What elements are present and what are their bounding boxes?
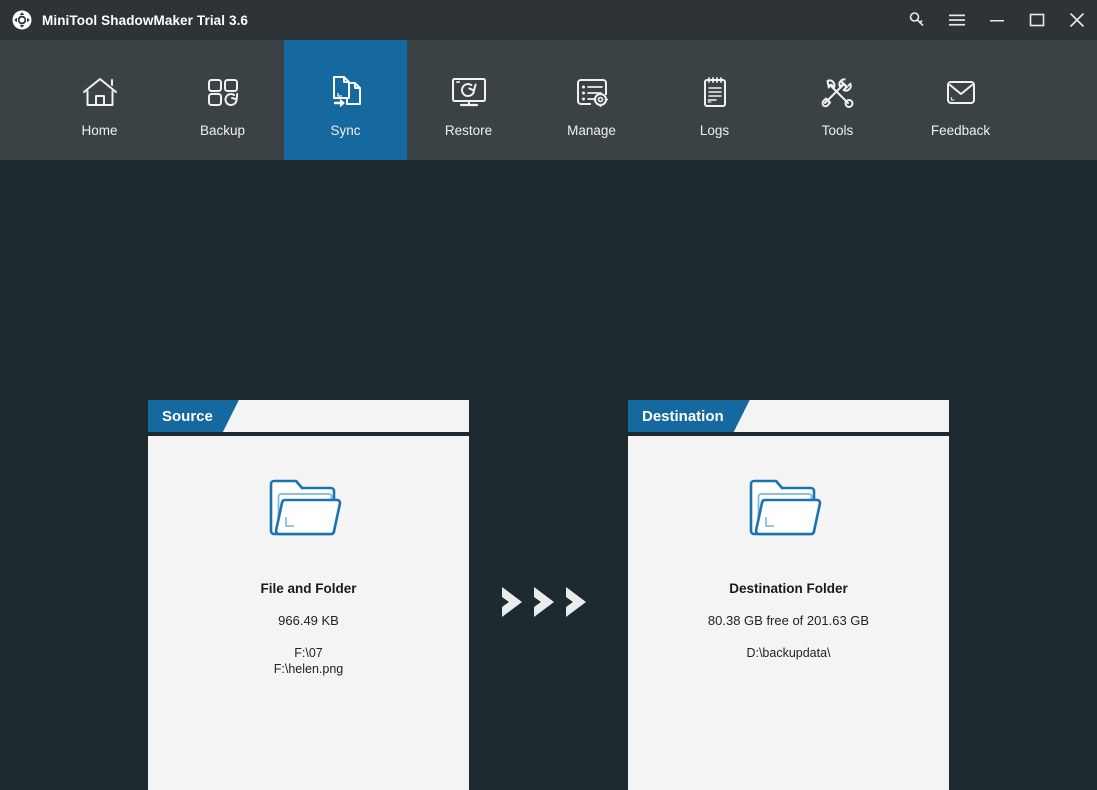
house-icon <box>78 69 122 115</box>
monitor-refresh-icon <box>447 69 491 115</box>
destination-panel-header: Destination <box>628 400 949 432</box>
source-panel-header: Source <box>148 400 469 432</box>
screwdriver-wrench-icon <box>816 69 860 115</box>
source-title: File and Folder <box>260 581 357 596</box>
destination-paths: D:\backupdata\ <box>746 646 831 660</box>
nav-item-home[interactable]: Home <box>38 40 161 160</box>
minimize-icon[interactable] <box>977 0 1017 40</box>
nav-label: Tools <box>821 122 854 138</box>
key-icon[interactable] <box>897 0 937 40</box>
destination-panel: Destination Destination Folder 80.38 GB … <box>628 400 949 790</box>
app-title: MiniTool ShadowMaker Trial 3.6 <box>42 12 249 28</box>
source-tab-label: Source <box>148 400 239 432</box>
destination-title: Destination Folder <box>729 581 848 596</box>
source-paths: F:\07 F:\helen.png <box>273 646 344 676</box>
source-size: 966.49 KB <box>278 613 339 628</box>
nav-label: Backup <box>199 122 246 138</box>
nav-label: Logs <box>699 122 730 138</box>
grid-refresh-icon <box>201 69 245 115</box>
destination-free-space: 80.38 GB free of 201.63 GB <box>707 613 870 628</box>
open-folder-icon <box>749 473 829 552</box>
nav-item-logs[interactable]: Logs <box>653 40 776 160</box>
nav-item-sync[interactable]: Sync <box>284 40 407 160</box>
nav-item-feedback[interactable]: Feedback <box>899 40 1022 160</box>
source-select-area[interactable]: File and Folder 966.49 KB F:\07 F:\helen… <box>148 436 469 790</box>
destination-select-area[interactable]: Destination Folder 80.38 GB free of 201.… <box>628 436 949 790</box>
close-icon[interactable] <box>1057 0 1097 40</box>
nav-label: Home <box>81 122 118 138</box>
nav-label: Manage <box>567 122 616 138</box>
nav-item-tools[interactable]: Tools <box>776 40 899 160</box>
destination-tab-label: Destination <box>628 400 750 432</box>
documents-sync-icon <box>324 69 368 115</box>
shadowmaker-logo-icon <box>12 10 32 30</box>
menu-icon[interactable] <box>937 0 977 40</box>
nav-item-backup[interactable]: Backup <box>161 40 284 160</box>
maximize-icon[interactable] <box>1017 0 1057 40</box>
clipboard-icon <box>693 69 737 115</box>
source-panel: Source File and Folder 966.49 KB F:\07 F… <box>148 400 469 790</box>
triple-chevron-right-icon <box>500 583 596 621</box>
nav-item-restore[interactable]: Restore <box>407 40 530 160</box>
list-gear-icon <box>570 69 614 115</box>
window-controls <box>897 0 1097 40</box>
nav-item-manage[interactable]: Manage <box>530 40 653 160</box>
sync-stage: Source File and Folder 966.49 KB F:\07 F… <box>0 160 1097 790</box>
nav-label: Sync <box>330 122 361 138</box>
nav-label: Feedback <box>930 122 991 138</box>
nav-label: Restore <box>444 122 493 138</box>
open-folder-icon <box>269 473 349 552</box>
envelope-icon <box>939 69 983 115</box>
main-navigation: Home Backup Sync Restore Manage Logs Too… <box>0 40 1097 160</box>
title-bar: MiniTool ShadowMaker Trial 3.6 <box>0 0 1097 40</box>
